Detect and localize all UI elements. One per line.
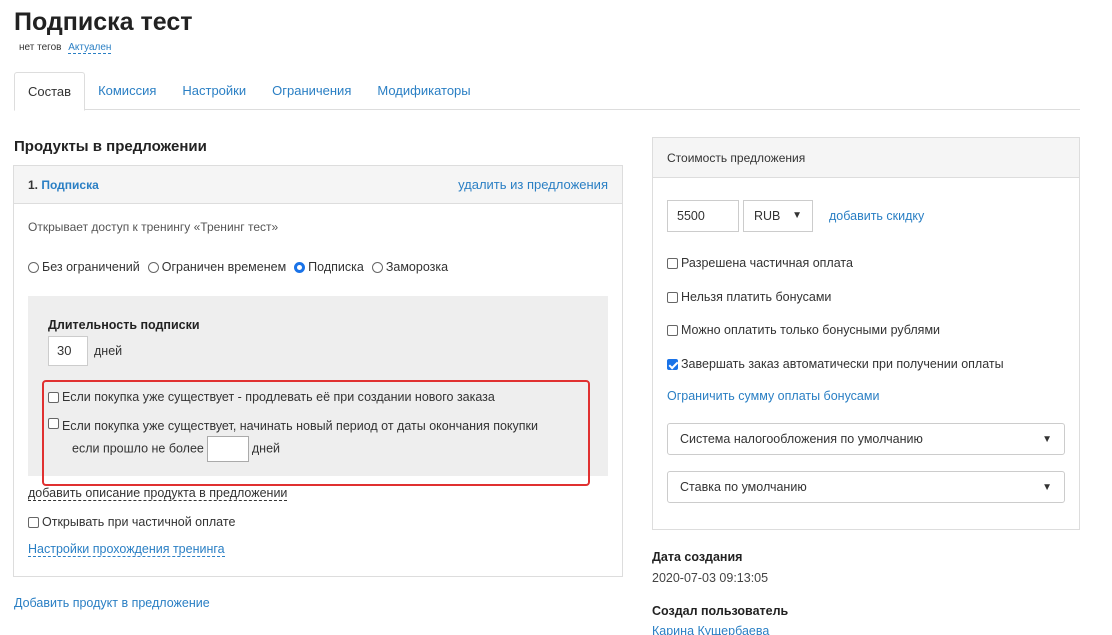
radio-time-limited[interactable]: Ограничен временем [147, 260, 287, 274]
add-product-link[interactable]: Добавить продукт в предложение [14, 596, 210, 610]
tags-row: нет тегов Актуален [19, 42, 112, 54]
chevron-down-icon: ▼ [1042, 481, 1052, 493]
extend-purchase-checkbox[interactable] [48, 392, 59, 403]
radio-no-limit-control[interactable] [28, 261, 39, 273]
new-period-option[interactable]: Если покупка уже существует, начинать но… [48, 416, 538, 462]
chevron-down-icon: ▼ [1042, 433, 1052, 445]
status-link[interactable]: Актуален [68, 42, 112, 54]
no-tags-label: нет тегов [19, 42, 62, 53]
auto-complete-label: Завершать заказ автоматически при получе… [681, 357, 1004, 371]
radio-no-limit-label: Без ограничений [42, 260, 140, 274]
price-header: Стоимость предложения [653, 138, 1079, 178]
extend-purchase-label: Если покупка уже существует - продлевать… [62, 390, 495, 404]
tab-restrictions[interactable]: Ограничения [259, 72, 364, 110]
product-number: 1. [28, 177, 39, 192]
subscription-duration-title: Длительность подписки [48, 318, 200, 332]
no-bonus-option[interactable]: Нельзя платить бонусами [667, 290, 831, 304]
radio-freeze-label: Заморозка [385, 260, 449, 274]
limit-bonus-row: Ограничить сумму оплаты бонусами [667, 389, 879, 403]
new-period-text: Если покупка уже существует, начинать но… [62, 416, 538, 462]
training-settings-link[interactable]: Настройки прохождения тренинга [28, 542, 225, 557]
chevron-down-icon: ▼ [792, 210, 802, 221]
bonus-only-checkbox[interactable] [667, 325, 678, 336]
new-period-label-1: Если покупка уже существует, начинать но… [62, 419, 538, 433]
tax-rate-select[interactable]: Ставка по умолчанию ▼ [667, 471, 1065, 503]
radio-time-limited-label: Ограничен временем [161, 260, 287, 274]
created-date-value: 2020-07-03 09:13:05 [652, 571, 769, 585]
tab-modifiers[interactable]: Модификаторы [364, 72, 483, 110]
product-name-link[interactable]: Подписка [41, 178, 98, 192]
price-panel: Стоимость предложения 5500 RUB ▼ добавит… [652, 137, 1080, 530]
creator-label: Создал пользователь [652, 604, 789, 618]
training-settings-row: Настройки прохождения тренинга [28, 542, 225, 557]
price-row: 5500 RUB ▼ добавить скидку [667, 200, 924, 232]
open-on-partial-option[interactable]: Открывать при частичной оплате [28, 515, 235, 529]
partial-payment-checkbox[interactable] [667, 258, 678, 269]
duration-row: 30 дней [48, 336, 122, 366]
limit-bonus-link[interactable]: Ограничить сумму оплаты бонусами [667, 389, 879, 403]
auto-complete-option[interactable]: Завершать заказ автоматически при получе… [667, 357, 1004, 371]
remove-product-link[interactable]: удалить из предложения [458, 177, 608, 192]
new-period-unit: дней [251, 441, 281, 456]
no-bonus-checkbox[interactable] [667, 292, 678, 303]
page-title: Подписка тест [14, 8, 193, 36]
duration-unit: дней [94, 344, 123, 358]
creator-link[interactable]: Карина Кущербаева [652, 624, 769, 635]
radio-no-limit[interactable]: Без ограничений [28, 260, 140, 274]
auto-complete-checkbox[interactable] [667, 359, 678, 370]
new-period-checkbox[interactable] [48, 418, 59, 429]
tabs: Состав Комиссия Настройки Ограничения Мо… [14, 72, 1080, 111]
radio-freeze-control[interactable] [371, 261, 383, 273]
tab-settings[interactable]: Настройки [169, 72, 259, 110]
radio-subscription-label: Подписка [308, 260, 364, 274]
created-date-label: Дата создания [652, 550, 743, 564]
product-description: Открывает доступ к тренингу «Тренинг тес… [28, 220, 279, 234]
partial-payment-option[interactable]: Разрешена частичная оплата [667, 256, 853, 270]
tax-rate-value: Ставка по умолчанию [680, 480, 807, 494]
partial-payment-label: Разрешена частичная оплата [681, 256, 853, 270]
product-panel: 1. Подписка удалить из предложения Откры… [13, 165, 623, 577]
radio-subscription-control[interactable] [294, 261, 306, 273]
open-on-partial-label: Открывать при частичной оплате [42, 515, 236, 529]
products-section-title: Продукты в предложении [14, 138, 207, 155]
tab-commission[interactable]: Комиссия [85, 72, 169, 110]
new-period-label-2: если прошло не более [72, 441, 204, 456]
bonus-only-label: Можно оплатить только бонусными рублями [681, 323, 941, 337]
radio-time-limited-control[interactable] [147, 261, 159, 273]
tax-system-value: Система налогообложения по умолчанию [680, 432, 923, 446]
add-description-row: добавить описание продукта в предложении [28, 486, 288, 501]
add-discount-link[interactable]: добавить скидку [829, 209, 924, 223]
open-on-partial-checkbox[interactable] [28, 517, 39, 528]
tab-composition[interactable]: Состав [14, 72, 86, 111]
add-description-link[interactable]: добавить описание продукта в предложении [28, 486, 288, 501]
currency-value: RUB [754, 209, 781, 223]
radio-freeze[interactable]: Заморозка [371, 260, 449, 274]
tax-system-select[interactable]: Система налогообложения по умолчанию ▼ [667, 423, 1065, 455]
access-type-radios: Без ограничений Ограничен временем Подпи… [28, 260, 448, 274]
duration-input[interactable]: 30 [48, 336, 88, 366]
bonus-only-option[interactable]: Можно оплатить только бонусными рублями [667, 323, 940, 337]
currency-select[interactable]: RUB ▼ [743, 200, 813, 232]
product-name[interactable]: 1. Подписка [28, 178, 99, 192]
price-input[interactable]: 5500 [667, 200, 739, 232]
product-header: 1. Подписка удалить из предложения [14, 166, 622, 204]
radio-subscription[interactable]: Подписка [294, 260, 364, 274]
extend-purchase-option[interactable]: Если покупка уже существует - продлевать… [48, 390, 495, 404]
new-period-days-input[interactable] [206, 436, 249, 462]
no-bonus-label: Нельзя платить бонусами [681, 290, 832, 304]
new-period-line-2: если прошло не более дней [62, 436, 538, 462]
